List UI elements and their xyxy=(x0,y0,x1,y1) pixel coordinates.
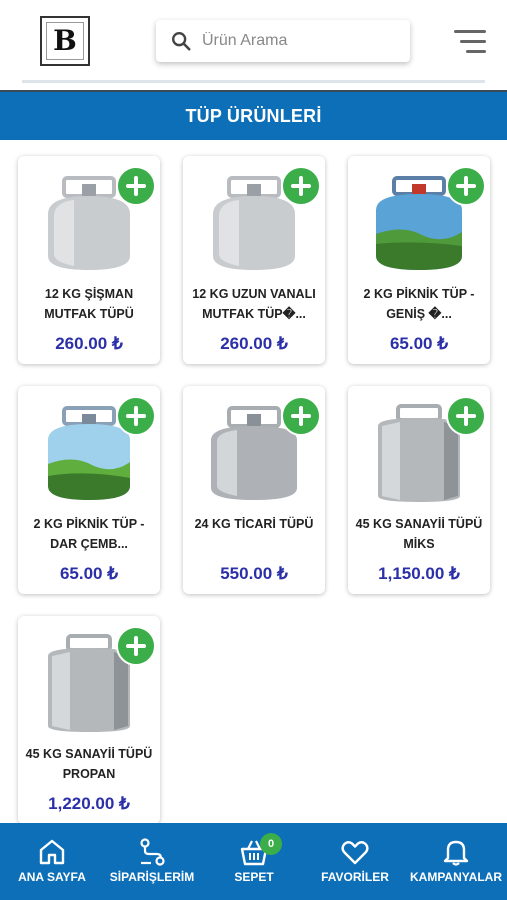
product-name: 45 KG SANAYİİ TÜPÜ PROPAN xyxy=(25,747,153,781)
cart-count-badge: 0 xyxy=(260,833,282,855)
heart-icon xyxy=(341,841,369,865)
product-card[interactable]: 45 KG SANAYİİ TÜPÜ PROPAN 1,220.00 ₺ xyxy=(18,616,160,824)
nav-campaigns-label: KAMPANYALAR xyxy=(409,870,502,884)
add-to-cart-button[interactable] xyxy=(116,626,156,666)
search-box[interactable] xyxy=(156,20,410,62)
add-to-cart-button[interactable] xyxy=(116,166,156,206)
header-divider xyxy=(22,80,485,83)
nav-cart-label: SEPET xyxy=(234,870,274,884)
product-name: 12 KG ŞİŞMAN MUTFAK TÜPÜ xyxy=(44,287,134,321)
bottom-navigation: ANA SAYFA SİPARİŞLERİM 0 SEPET FAVORİLER… xyxy=(0,823,507,900)
product-card[interactable]: 2 KG PİKNİK TÜP - DAR ÇEMB... 65.00 ₺ xyxy=(18,386,160,594)
add-to-cart-button[interactable] xyxy=(446,396,486,436)
product-name: 12 KG UZUN VANALI MUTFAK TÜP�... xyxy=(192,287,316,321)
add-to-cart-button[interactable] xyxy=(116,396,156,436)
product-price: 65.00 ₺ xyxy=(389,334,449,353)
nav-cart[interactable]: 0 SEPET xyxy=(212,823,296,900)
product-card[interactable]: 12 KG UZUN VANALI MUTFAK TÜP�... 260.00 … xyxy=(183,156,325,364)
nav-campaigns[interactable]: KAMPANYALAR xyxy=(406,823,506,900)
nav-home-label: ANA SAYFA xyxy=(18,870,86,884)
search-icon xyxy=(172,32,191,51)
nav-orders-label: SİPARİŞLERİM xyxy=(109,870,195,884)
nav-favorites-label: FAVORİLER xyxy=(321,870,389,884)
product-card[interactable]: 12 KG ŞİŞMAN MUTFAK TÜPÜ 260.00 ₺ xyxy=(18,156,160,364)
product-card[interactable]: 45 KG SANAYİİ TÜPÜ MİKS 1,150.00 ₺ xyxy=(348,386,490,594)
category-title: TÜP ÜRÜNLERİ xyxy=(185,105,322,126)
top-bar: B xyxy=(0,0,507,83)
nav-home[interactable]: ANA SAYFA xyxy=(10,823,94,900)
bell-icon xyxy=(443,840,469,866)
add-to-cart-button[interactable] xyxy=(446,166,486,206)
product-price: 65.00 ₺ xyxy=(59,564,119,583)
route-icon xyxy=(140,838,165,866)
home-icon xyxy=(39,839,65,865)
product-price: 550.00 ₺ xyxy=(220,564,288,583)
product-name: 2 KG PİKNİK TÜP - GENİŞ �... xyxy=(363,287,475,321)
nav-orders[interactable]: SİPARİŞLERİM xyxy=(104,823,200,900)
product-price: 260.00 ₺ xyxy=(220,334,288,353)
product-price: 1,150.00 ₺ xyxy=(378,564,460,583)
product-name: 2 KG PİKNİK TÜP - DAR ÇEMB... xyxy=(33,517,145,551)
add-to-cart-button[interactable] xyxy=(281,396,321,436)
category-banner: TÜP ÜRÜNLERİ xyxy=(0,90,507,140)
logo-frame: B xyxy=(46,22,84,60)
product-card[interactable]: 24 KG TİCARİ TÜPÜ 550.00 ₺ xyxy=(183,386,325,594)
product-price: 260.00 ₺ xyxy=(55,334,123,353)
add-to-cart-button[interactable] xyxy=(281,166,321,206)
brand-logo[interactable]: B xyxy=(40,16,90,66)
nav-favorites[interactable]: FAVORİLER xyxy=(312,823,398,900)
search-input[interactable] xyxy=(202,32,392,50)
logo-letter: B xyxy=(53,24,77,57)
product-name: 24 KG TİCARİ TÜPÜ xyxy=(194,517,314,531)
product-card[interactable]: 2 KG PİKNİK TÜP - GENİŞ �... 65.00 ₺ xyxy=(348,156,490,364)
product-name: 45 KG SANAYİİ TÜPÜ MİKS xyxy=(355,517,483,551)
hamburger-menu-icon[interactable] xyxy=(454,30,486,54)
product-price: 1,220.00 ₺ xyxy=(48,794,130,813)
